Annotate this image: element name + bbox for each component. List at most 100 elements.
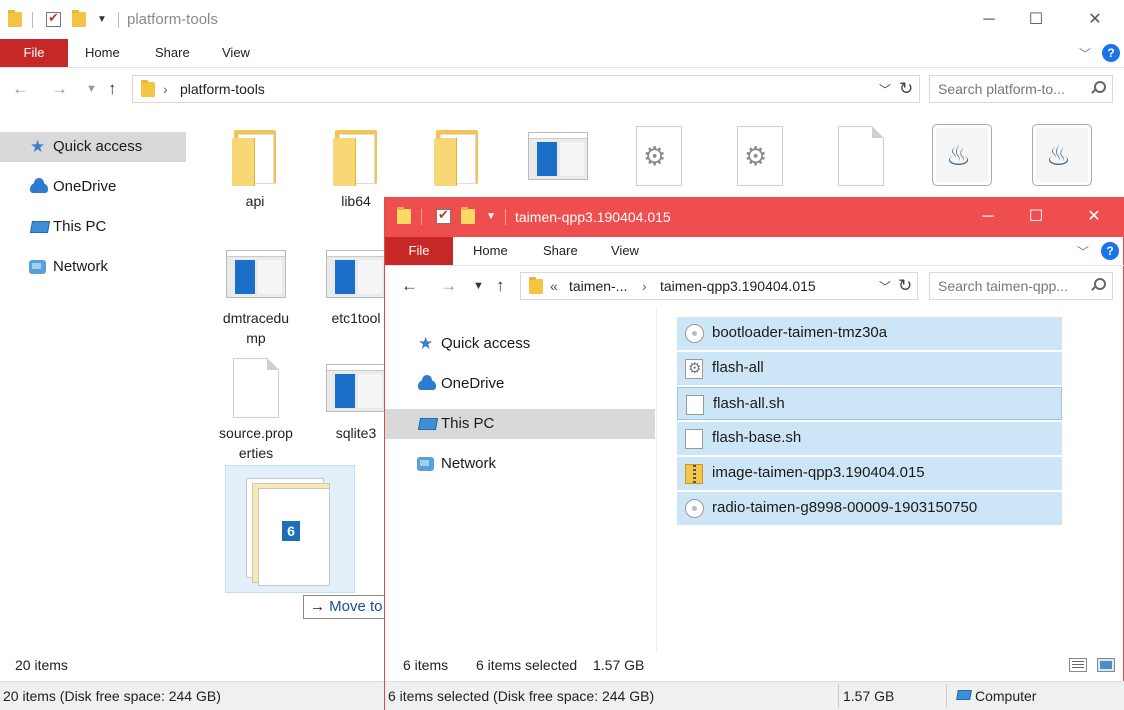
sidebar-item-network[interactable]: Network [0, 252, 186, 282]
close-button[interactable]: ✕ [1072, 6, 1118, 34]
selection-size: 1.57 GB [843, 688, 895, 704]
list-item[interactable]: image-taimen-qpp3.190404.015 [677, 457, 1062, 490]
tab-view[interactable]: View [222, 39, 250, 67]
help-icon[interactable]: ? [1101, 242, 1119, 260]
up-arrow-icon[interactable]: ↑ [496, 268, 505, 304]
breadcrumb-platform-tools[interactable]: platform-tools [180, 81, 265, 97]
up-arrow-icon[interactable]: ↑ [108, 71, 117, 107]
breadcrumb-parent[interactable]: taimen-... [569, 278, 627, 294]
file-tab[interactable]: File [385, 237, 453, 265]
selection-status: 6 items selected (Disk free space: 244 G… [388, 688, 655, 704]
file-item[interactable]: ⚙ [715, 126, 805, 190]
back-arrow-icon[interactable]: ← [401, 268, 418, 304]
properties-icon[interactable] [436, 207, 452, 225]
folder-icon [434, 128, 480, 186]
tab-home[interactable]: Home [85, 39, 120, 67]
search-icon[interactable] [1090, 278, 1106, 292]
divider [118, 12, 119, 28]
refresh-icon[interactable]: ↻ [899, 79, 913, 99]
file-item[interactable]: api [210, 126, 300, 216]
expand-ribbon-icon[interactable]: ﹀ [1077, 243, 1089, 260]
tab-view[interactable]: View [611, 237, 639, 265]
network-icon [417, 457, 434, 471]
file-item[interactable]: ♨ [917, 124, 1007, 190]
list-item[interactable]: bootloader-taimen-tmz30a [677, 317, 1062, 350]
selected-count: 6 items selected [476, 657, 578, 673]
tab-share[interactable]: Share [155, 39, 190, 67]
search-input[interactable]: Search taimen-qpp... [938, 278, 1068, 294]
search-box[interactable]: Search taimen-qpp... [929, 272, 1113, 300]
window-title: taimen-qpp3.190404.015 [515, 209, 671, 225]
breadcrumb-separator-icon[interactable]: › [642, 278, 647, 294]
list-item[interactable]: flash-all [677, 352, 1062, 385]
sidebar-item-network[interactable]: Network [385, 449, 655, 479]
recent-locations-icon[interactable]: ▼ [86, 71, 97, 107]
back-arrow-icon[interactable]: ← [12, 71, 29, 107]
pane-divider [656, 307, 657, 652]
search-input[interactable]: Search platform-to... [938, 81, 1065, 97]
large-icons-view-icon[interactable] [1097, 658, 1115, 672]
tab-share[interactable]: Share [543, 237, 578, 265]
file-item[interactable] [513, 126, 603, 190]
minimize-button[interactable]: ─ [966, 6, 1012, 34]
address-dropdown-icon[interactable]: ﹀ [879, 81, 891, 98]
window-title: platform-tools [127, 11, 218, 28]
list-item[interactable]: flash-all.sh [677, 387, 1062, 420]
sidebar-item-label: Network [441, 455, 497, 472]
refresh-icon[interactable]: ↻ [898, 276, 912, 296]
sidebar-item-onedrive[interactable]: OneDrive [0, 172, 186, 202]
file-item[interactable]: dmtracedu mp [211, 250, 301, 350]
list-item[interactable]: flash-base.sh [677, 422, 1062, 455]
file-item[interactable] [816, 126, 906, 190]
folder-icon [397, 207, 413, 225]
details-view-icon[interactable] [1069, 658, 1087, 672]
forward-arrow-icon[interactable]: → [440, 268, 457, 304]
sidebar-item-this-pc[interactable]: This PC [0, 212, 186, 242]
sidebar-item-onedrive[interactable]: OneDrive [385, 369, 655, 399]
sidebar-item-label: This PC [53, 218, 107, 235]
close-button[interactable]: ✕ [1071, 203, 1117, 231]
breadcrumb-separator-icon[interactable]: › [163, 81, 168, 97]
address-bar[interactable]: › platform-tools ﹀ ↻ [132, 75, 920, 103]
search-box[interactable]: Search platform-to... [929, 75, 1113, 103]
breadcrumb-overflow[interactable]: « [550, 278, 558, 294]
divider [505, 209, 506, 225]
folder-icon [8, 10, 24, 28]
maximize-button[interactable]: ☐ [1013, 6, 1059, 34]
sidebar-item-quick-access[interactable]: ★ Quick access [0, 132, 186, 162]
sidebar-item-this-pc[interactable]: This PC [385, 409, 655, 439]
sidebar-item-label: Quick access [53, 138, 143, 155]
breadcrumb-current[interactable]: taimen-qpp3.190404.015 [660, 278, 816, 294]
forward-arrow-icon[interactable]: → [51, 71, 68, 107]
selected-size: 1.57 GB [593, 657, 645, 673]
new-folder-icon[interactable] [72, 10, 88, 28]
list-item[interactable]: radio-taimen-g8998-00009-1903150750 [677, 492, 1062, 525]
file-name: bootloader-taimen-tmz30a [712, 324, 888, 341]
file-item[interactable]: ♨ [1017, 124, 1107, 190]
tab-home[interactable]: Home [473, 237, 508, 265]
file-item[interactable]: ⚙ [614, 126, 704, 190]
file-item[interactable] [412, 126, 502, 190]
recent-locations-icon[interactable]: ▼ [473, 268, 484, 304]
search-icon[interactable] [1090, 81, 1106, 95]
help-icon[interactable]: ? [1102, 44, 1120, 62]
expand-ribbon-icon[interactable]: ﹀ [1079, 45, 1091, 62]
zip-icon [685, 464, 703, 484]
file-item[interactable]: source.prop erties [211, 358, 301, 462]
divider [838, 684, 839, 708]
file-tab[interactable]: File [0, 39, 68, 67]
customize-toolbar-icon[interactable]: ▼ [486, 211, 502, 227]
minimize-button[interactable]: ─ [965, 203, 1011, 231]
foreground-explorer-window: ▼ taimen-qpp3.190404.015 ─ ☐ ✕ File Home… [384, 197, 1124, 710]
ribbon-tabs: File Home Share View ﹀ ? [0, 39, 1124, 67]
maximize-button[interactable]: ☐ [1013, 203, 1059, 231]
new-folder-icon[interactable] [461, 207, 477, 225]
properties-icon[interactable] [46, 10, 62, 28]
address-dropdown-icon[interactable]: ﹀ [879, 278, 891, 295]
drag-count-badge: 6 [282, 521, 300, 541]
ribbon-tabs: File Home Share View ﹀ ? [385, 237, 1123, 265]
address-bar[interactable]: « taimen-... › taimen-qpp3.190404.015 ﹀ … [520, 272, 918, 300]
computer-icon [956, 690, 972, 700]
sidebar-item-quick-access[interactable]: ★ Quick access [385, 329, 655, 359]
customize-toolbar-icon[interactable]: ▼ [97, 14, 113, 30]
